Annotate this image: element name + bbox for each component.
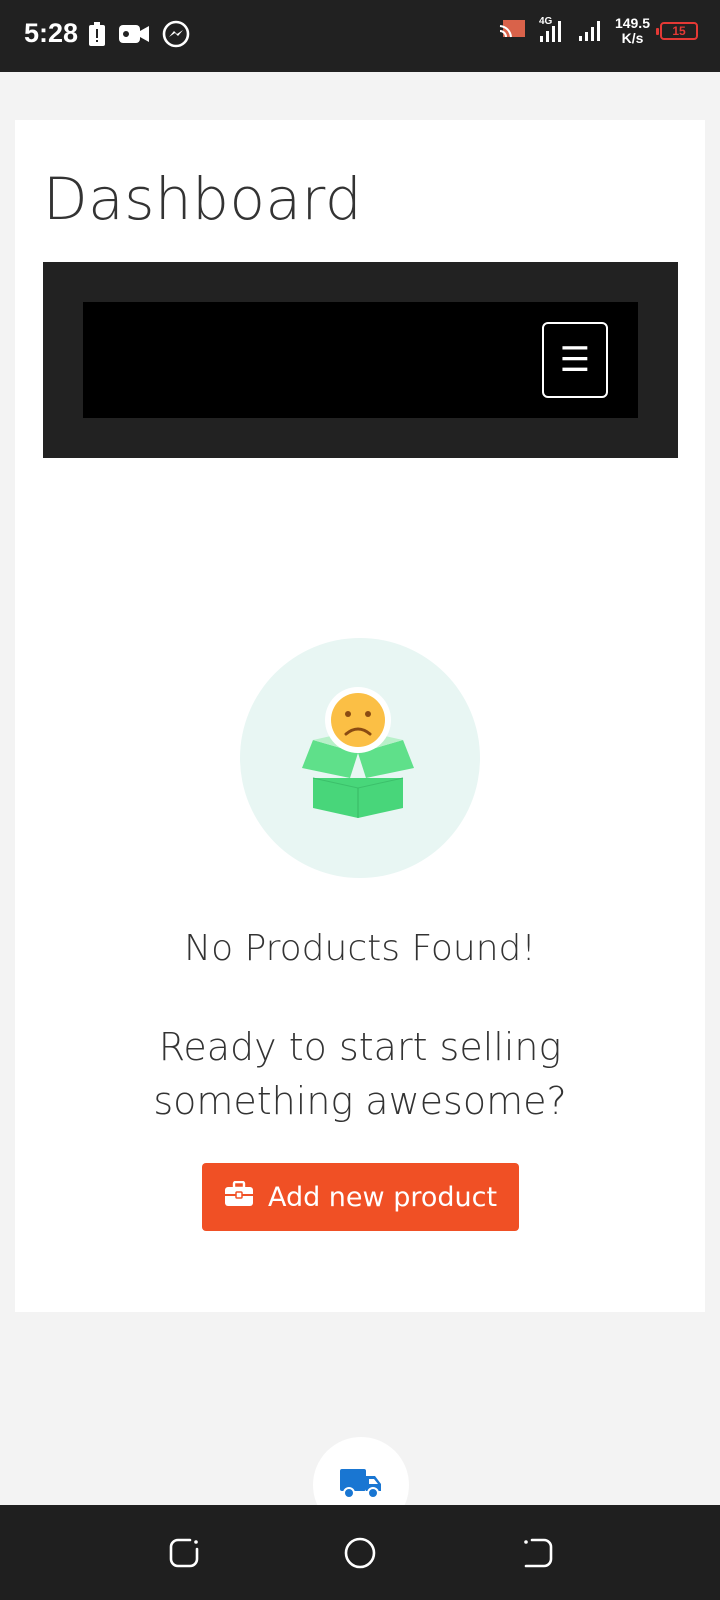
status-bar: 5:28 4G 149.5 K/s 15 (0, 0, 720, 72)
signal-icon (577, 16, 605, 46)
empty-state-subtitle-line: something awesome? (153, 1079, 567, 1123)
empty-state-title: No Products Found! (184, 928, 536, 969)
briefcase-icon (224, 1180, 254, 1214)
add-new-product-button[interactable]: Add new product (202, 1163, 519, 1231)
menu-toggle-button[interactable]: ☰ (542, 322, 608, 398)
battery-icon: 15 (656, 22, 698, 40)
sad-box-icon (302, 687, 414, 818)
navbar-container: ☰ (43, 262, 678, 458)
home-icon (344, 1537, 376, 1569)
cast-icon (499, 18, 527, 44)
back-button[interactable] (518, 1533, 558, 1573)
add-new-product-label: Add new product (267, 1181, 498, 1213)
status-time: 5:28 (24, 18, 79, 48)
network-speed: 149.5 K/s (615, 16, 650, 46)
page-title: Dashboard (43, 165, 363, 233)
hamburger-icon: ☰ (559, 340, 591, 380)
home-button[interactable] (340, 1533, 380, 1573)
empty-state-subtitle-line: Ready to start selling (158, 1025, 562, 1069)
speed-unit: K/s (621, 30, 644, 46)
status-notification-icons (88, 20, 190, 52)
battery-level: 15 (672, 24, 686, 38)
battery-alert-icon (88, 21, 106, 51)
empty-state-subtitle: Ready to start selling something awesome… (15, 1020, 705, 1128)
status-system-icons: 4G 149.5 K/s 15 (499, 14, 698, 48)
empty-state-illustration (240, 638, 480, 878)
speed-value: 149.5 (614, 15, 650, 31)
system-navigation-bar (0, 1505, 720, 1600)
video-camera-icon (118, 23, 150, 49)
signal-4g-icon: 4G (537, 14, 567, 48)
truck-icon (339, 1467, 383, 1505)
svg-text:4G: 4G (539, 16, 553, 27)
recent-apps-icon (169, 1538, 199, 1568)
messenger-icon (162, 20, 190, 52)
dashboard-card: Dashboard ☰ No Products Found! Ready to … (15, 120, 705, 1312)
back-icon (524, 1538, 553, 1568)
navbar: ☰ (83, 302, 638, 418)
recent-apps-button[interactable] (164, 1533, 204, 1573)
